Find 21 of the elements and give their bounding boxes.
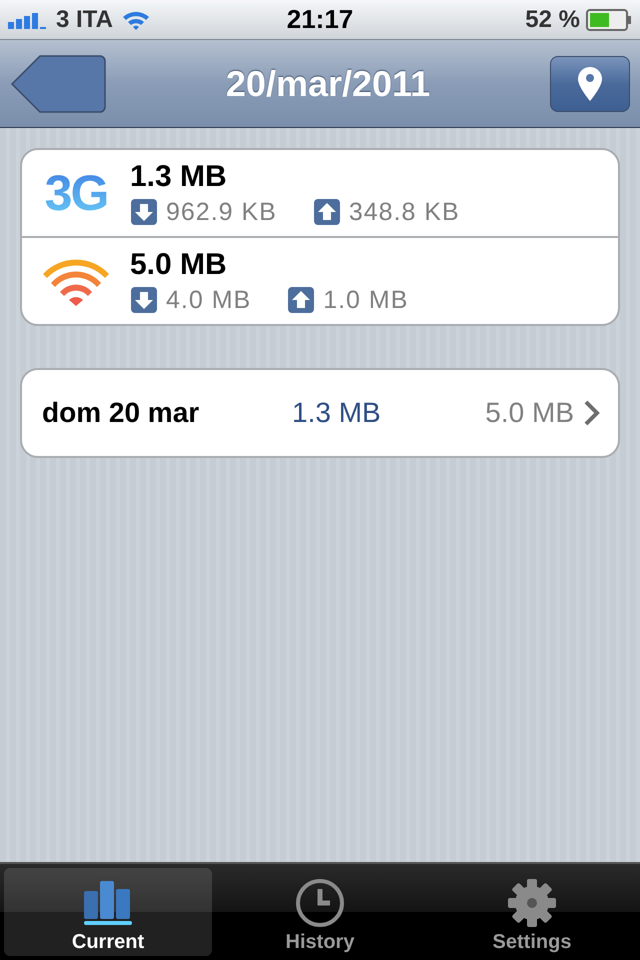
carrier-name: 3 ITA bbox=[56, 6, 113, 34]
day-row[interactable]: dom 20 mar 1.3 MB 5.0 MB bbox=[20, 368, 620, 458]
nav-title: 20/mar/2011 bbox=[226, 62, 430, 104]
cellular-amount: 1.3 MB bbox=[292, 397, 382, 429]
location-button[interactable] bbox=[550, 56, 630, 112]
battery-icon bbox=[586, 8, 632, 30]
clock-time: 21:17 bbox=[286, 4, 354, 35]
tab-item[interactable]: Settings bbox=[428, 868, 636, 956]
usage-total: 5.0 MB bbox=[130, 248, 228, 282]
usage-total: 1.3 MB bbox=[130, 160, 228, 194]
chevron-icon bbox=[584, 400, 600, 426]
download-amount: 4.0 MB bbox=[166, 286, 252, 314]
battery-percent: 52 % bbox=[525, 6, 580, 34]
download-amount: 962.9 KB bbox=[166, 198, 277, 226]
tab-item[interactable]: Current bbox=[4, 868, 212, 956]
day-label: dom 20 mar bbox=[42, 397, 200, 429]
upload-amount: 348.8 KB bbox=[348, 198, 460, 226]
map-pin-icon bbox=[577, 66, 603, 102]
upload-amount: 1.0 MB bbox=[323, 286, 408, 314]
wifi-amount: 5.0 MB bbox=[485, 397, 574, 429]
tab-item[interactable]: History bbox=[216, 868, 424, 956]
